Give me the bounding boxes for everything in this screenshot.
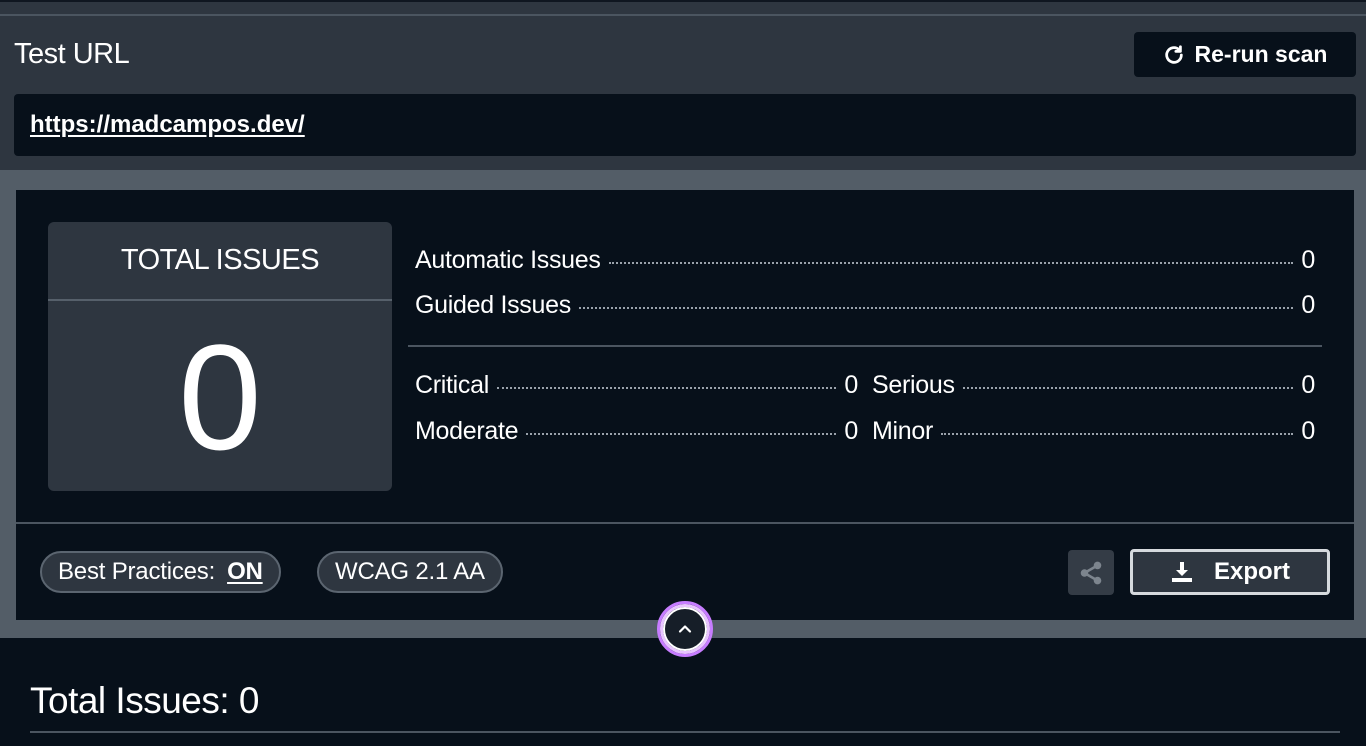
stats-divider bbox=[408, 345, 1322, 347]
rerun-scan-button[interactable]: Re-run scan bbox=[1134, 32, 1356, 77]
guided-issues-count: 0 bbox=[1301, 291, 1315, 319]
guided-issues-label: Guided Issues bbox=[415, 291, 571, 319]
dot-leader bbox=[941, 433, 1293, 435]
critical-label: Critical bbox=[415, 371, 489, 399]
moderate-row: Moderate 0 bbox=[415, 417, 858, 446]
share-icon bbox=[1080, 561, 1102, 584]
critical-row: Critical 0 bbox=[415, 371, 858, 400]
minor-count: 0 bbox=[1301, 417, 1315, 445]
download-icon bbox=[1171, 562, 1192, 582]
wcag-standard-label: WCAG 2.1 AA bbox=[335, 558, 485, 585]
issues-heading-divider bbox=[30, 731, 1340, 733]
collapse-summary-button[interactable] bbox=[657, 601, 713, 657]
export-button[interactable]: Export bbox=[1130, 549, 1330, 595]
test-url-title: Test URL bbox=[14, 38, 130, 70]
moderate-count: 0 bbox=[844, 417, 858, 445]
minor-row: Minor 0 bbox=[872, 417, 1315, 446]
chevron-up-icon bbox=[678, 625, 692, 633]
rerun-scan-label: Re-run scan bbox=[1194, 41, 1328, 67]
moderate-label: Moderate bbox=[415, 417, 519, 445]
dot-leader bbox=[962, 387, 1293, 389]
export-label: Export bbox=[1213, 558, 1290, 585]
wcag-standard-pill[interactable]: WCAG 2.1 AA bbox=[317, 551, 503, 593]
dot-leader bbox=[497, 387, 836, 389]
summary-band: TOTAL ISSUES 0 Automatic Issues 0 Guided… bbox=[0, 170, 1366, 638]
top-divider bbox=[0, 14, 1366, 16]
collapse-inner bbox=[663, 607, 707, 651]
total-issues-box: TOTAL ISSUES 0 bbox=[48, 222, 392, 491]
minor-label: Minor bbox=[872, 417, 934, 445]
serious-row: Serious 0 bbox=[872, 371, 1315, 400]
share-button[interactable] bbox=[1068, 550, 1114, 595]
dot-leader bbox=[608, 262, 1293, 264]
url-box: https://madcampos.dev/ bbox=[14, 94, 1356, 156]
refresh-icon bbox=[1164, 44, 1183, 64]
serious-label: Serious bbox=[872, 371, 955, 399]
best-practices-toggle[interactable]: Best Practices: ON bbox=[40, 551, 281, 593]
dot-leader bbox=[526, 433, 836, 435]
test-url-section: Test URL Re-run scan https://madcampos.d… bbox=[0, 0, 1366, 170]
total-issues-heading: Total Issues: 0 bbox=[30, 680, 260, 721]
best-practices-label: Best Practices: bbox=[58, 558, 216, 585]
automatic-issues-count: 0 bbox=[1301, 246, 1315, 274]
dot-leader bbox=[578, 307, 1293, 309]
automatic-issues-row: Automatic Issues 0 bbox=[415, 246, 1315, 275]
automatic-issues-label: Automatic Issues bbox=[415, 246, 601, 274]
serious-count: 0 bbox=[1301, 371, 1315, 399]
total-issues-count: 0 bbox=[178, 313, 262, 481]
guided-issues-row: Guided Issues 0 bbox=[415, 291, 1315, 320]
summary-card: TOTAL ISSUES 0 Automatic Issues 0 Guided… bbox=[16, 190, 1354, 620]
best-practices-value[interactable]: ON bbox=[227, 558, 263, 586]
total-issues-label: TOTAL ISSUES bbox=[120, 244, 320, 276]
card-divider bbox=[16, 522, 1354, 524]
tested-url-link[interactable]: https://madcampos.dev/ bbox=[30, 111, 305, 139]
critical-count: 0 bbox=[844, 371, 858, 399]
total-issues-divider bbox=[48, 299, 392, 301]
